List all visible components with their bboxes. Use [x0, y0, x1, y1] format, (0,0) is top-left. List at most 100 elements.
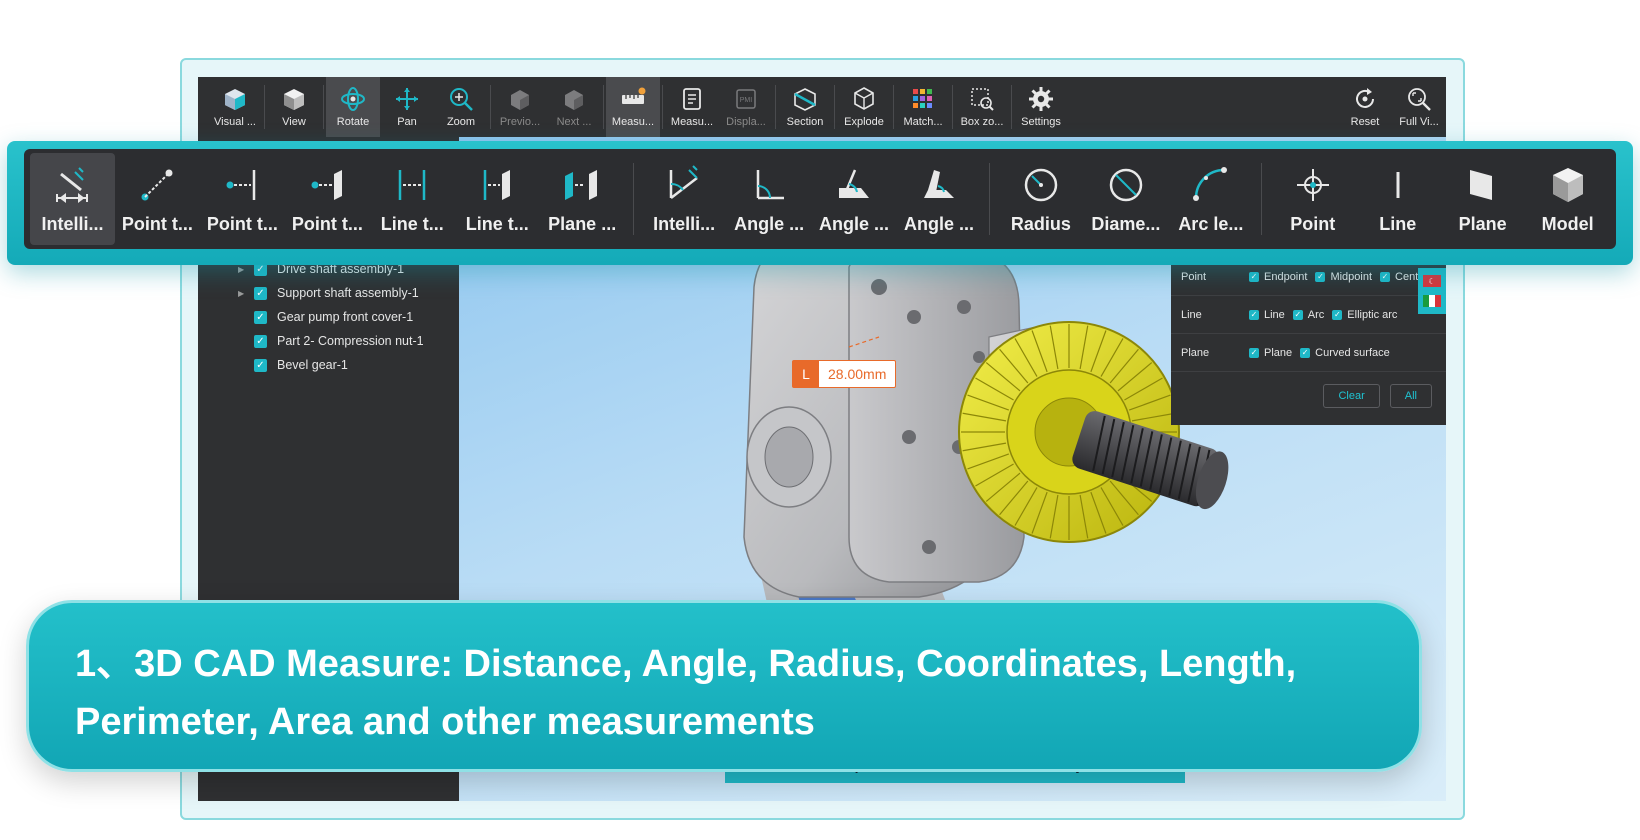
tree-item[interactable]: ✓ Part 2- Compression nut-1 [198, 329, 459, 353]
measure-tool-diameter[interactable]: Diame... [1083, 153, 1168, 245]
radius-icon [1024, 168, 1058, 201]
turkish-flag-icon[interactable]: ☾ [1423, 275, 1441, 288]
filter-checkbox[interactable]: ✓ [1249, 347, 1259, 358]
filter-checkbox[interactable]: ✓ [1380, 271, 1391, 282]
toolbar-separator [834, 85, 835, 129]
filter-checkbox[interactable]: ✓ [1292, 309, 1303, 320]
measure-tool-angle-line-line[interactable]: Angle ... [727, 153, 812, 245]
filter-option-label: Endpoint [1264, 270, 1308, 283]
italian-flag-icon[interactable] [1423, 294, 1441, 307]
toolbar-button-label: Explode [844, 116, 884, 128]
measure-tool-intelligent-angle[interactable]: Intelli... [642, 153, 727, 245]
filter-row-line: Line ✓ Line ✓ Arc ✓ Elliptic arc [1171, 296, 1446, 334]
measure-tool-point-to-plane[interactable]: Point t... [285, 153, 370, 245]
filter-option-label: Line [1264, 308, 1285, 321]
measure-tool-plane-to-plane[interactable]: Plane ... [540, 153, 625, 245]
filter-checkbox[interactable]: ✓ [1300, 347, 1311, 358]
match-color-icon [913, 89, 932, 108]
toolbar-button-label: View [282, 116, 306, 128]
select-all-button[interactable]: All [1389, 384, 1432, 408]
measure-tool-point-to-point[interactable]: Point t... [115, 153, 200, 245]
tree-item[interactable]: ▶ ✓ Support shaft assembly-1 [198, 281, 459, 305]
toolbar-button-zoom[interactable]: Zoom [434, 77, 488, 137]
visibility-checkbox[interactable]: ✓ [254, 286, 267, 300]
dimension-label[interactable]: L 28.00mm [792, 360, 897, 388]
measure-tool-arc-length[interactable]: Arc le... [1168, 153, 1253, 245]
tree-item[interactable]: ✓ Bevel gear-1 [198, 353, 459, 377]
toolbar-button-explode[interactable]: Explode [837, 77, 891, 137]
toolbar-button-measure-list[interactable]: Measu... [665, 77, 719, 137]
visibility-checkbox[interactable]: ✓ [254, 310, 267, 324]
toolbar-button-measure[interactable]: Measu... [606, 77, 660, 137]
filter-option[interactable]: ✓ Curved surface [1300, 347, 1390, 359]
toolbar-separator [603, 85, 604, 129]
toolbar-button-visual-style[interactable]: Visual ... [208, 77, 262, 137]
filter-option[interactable]: ✓ Elliptic arc [1332, 309, 1397, 321]
measure-tool-intelligent-distance[interactable]: Intelli... [30, 153, 115, 245]
filter-row-plane: Plane ✓ Plane ✓ Curved surface [1171, 334, 1446, 372]
filter-checkbox[interactable]: ✓ [1315, 271, 1326, 282]
toolbar-button-settings-gear[interactable]: Settings [1014, 77, 1068, 137]
toolbar-button-pan[interactable]: Pan [380, 77, 434, 137]
measure-tool-label: Point t... [121, 213, 193, 234]
visibility-checkbox[interactable]: ✓ [254, 358, 267, 372]
filter-checkbox[interactable]: ✓ [1249, 309, 1259, 320]
visibility-checkbox[interactable]: ✓ [254, 334, 267, 348]
zoom-icon [450, 88, 473, 111]
toolbar-button-box-zoom[interactable]: Box zo... [955, 77, 1009, 137]
toolbar-button-label: Displa... [726, 116, 766, 128]
toolbar-button-view-cube[interactable]: View [267, 77, 321, 137]
filter-row-label: Line [1181, 308, 1202, 321]
measure-tool-line[interactable]: Line [1355, 153, 1440, 245]
filter-option-label: Plane [1264, 346, 1293, 359]
toolbar-button-reset[interactable]: Reset [1338, 77, 1392, 137]
tree-item-label: Bevel gear-1 [277, 358, 348, 372]
toolbar-button-rotate[interactable]: Rotate [326, 77, 380, 137]
dimension-value: 28.00mm [828, 366, 887, 382]
toolbar-button-match-color[interactable]: Match... [896, 77, 950, 137]
measure-tool-line-to-plane[interactable]: Line t... [455, 153, 540, 245]
toolbar-button-previous-view[interactable]: Previo... [493, 77, 547, 137]
filter-checkbox[interactable]: ✓ [1332, 309, 1343, 320]
measure-tool-model[interactable]: Model [1525, 153, 1610, 245]
toolbar-button-full-view[interactable]: Full Vi... [1392, 77, 1446, 137]
measure-tool-label: Point [1290, 213, 1336, 234]
toolbar-button-label: Full Vi... [1399, 116, 1439, 128]
toolbar-button-section[interactable]: Section [778, 77, 832, 137]
filter-option[interactable]: ✓ Line [1249, 309, 1285, 321]
measure-tool-point[interactable]: Point [1270, 153, 1355, 245]
filter-option[interactable]: ✓ Arc [1292, 309, 1324, 321]
tree-item[interactable]: ✓ Gear pump front cover-1 [198, 305, 459, 329]
measure-tool-point-to-line[interactable]: Point t... [200, 153, 285, 245]
toolbar-button-next-view[interactable]: Next ... [547, 77, 601, 137]
line-to-line-icon [399, 169, 426, 200]
filter-option[interactable]: ✓ Endpoint [1249, 271, 1307, 283]
toolbar-separator [775, 85, 776, 129]
toolbar-separator [490, 85, 491, 129]
measure-tool-label: Model [1541, 213, 1594, 234]
expand-arrow-icon[interactable]: ▶ [238, 289, 244, 298]
point-to-line-icon [226, 169, 256, 200]
measure-toolbar-separator [1261, 163, 1263, 235]
measure-tool-line-to-line[interactable]: Line t... [370, 153, 455, 245]
clear-button[interactable]: Clear [1323, 384, 1380, 408]
measure-tool-radius[interactable]: Radius [998, 153, 1083, 245]
toolbar-separator [662, 85, 663, 129]
toolbar-button-label: Box zo... [960, 116, 1004, 128]
filter-checkbox[interactable]: ✓ [1249, 271, 1259, 282]
tree-item-label: Gear pump front cover-1 [277, 310, 414, 324]
toolbar-button-pmi-display[interactable]: PMI Displa... [719, 77, 773, 137]
measure-tool-label: Plane [1458, 213, 1507, 234]
expand-arrow-icon[interactable]: ▶ [238, 265, 244, 274]
measure-tool-angle-plane-plane[interactable]: Angle ... [897, 153, 982, 245]
angle-line-plane-icon [839, 169, 870, 198]
filter-actions: Clear All [1171, 372, 1446, 408]
box-zoom-icon [971, 88, 994, 111]
toolbar-button-label: Previo... [499, 116, 541, 128]
intelligent-angle-icon [669, 164, 698, 199]
filter-option[interactable]: ✓ Midpoint [1315, 271, 1372, 283]
language-switcher[interactable]: ☾ [1418, 268, 1446, 314]
measure-tool-angle-line-plane[interactable]: Angle ... [812, 153, 897, 245]
measure-tool-plane[interactable]: Plane [1440, 153, 1525, 245]
filter-option[interactable]: ✓ Plane [1249, 347, 1292, 359]
